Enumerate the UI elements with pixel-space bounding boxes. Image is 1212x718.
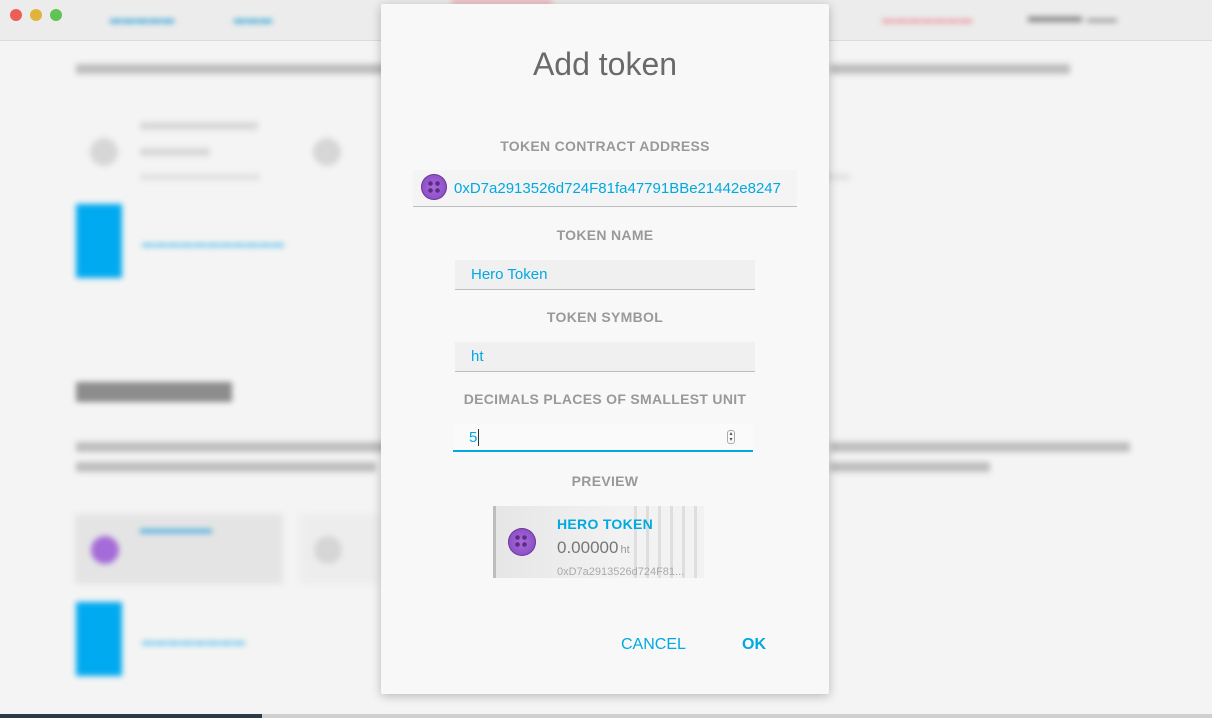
token-preview-card: HERO TOKEN 0.00000 ht 0xD7a2913526d724F81… xyxy=(493,506,704,578)
blurred-balance: ▬▬▬ ▬▬▬ xyxy=(1028,6,1118,26)
blurred-text-line xyxy=(830,462,990,472)
blurred-link: ▬▬▬▬▬▬▬▬ xyxy=(142,634,246,648)
blurred-nav-item: ▬▬▬▬▬▬▬ xyxy=(882,12,973,26)
preview-token-address: 0xD7a2913526d724F81... xyxy=(557,566,685,578)
contract-address-value: 0xD7a2913526d724F81fa47791BBe21442e8247 xyxy=(454,180,781,197)
blurred-text-line xyxy=(140,122,258,130)
blurred-text-line xyxy=(76,462,376,472)
preview-token-balance: 0.00000 ht xyxy=(557,538,630,558)
text-caret xyxy=(478,429,479,446)
decimals-value: 5 xyxy=(469,429,478,446)
cancel-button[interactable]: CANCEL xyxy=(621,636,686,654)
preview-label: PREVIEW xyxy=(571,473,639,489)
token-symbol-value: ht xyxy=(471,348,484,365)
contract-address-input[interactable]: 0xD7a2913526d724F81fa47791BBe21442e8247 xyxy=(413,170,797,207)
blurred-nav-item: ▬▬▬ xyxy=(234,12,273,26)
add-token-dialog: Add token TOKEN CONTRACT ADDRESS 0xD7a29… xyxy=(381,4,829,694)
blurred-text-line xyxy=(140,148,210,156)
token-name-value: Hero Token xyxy=(471,266,548,283)
blurred-watch-contract-button xyxy=(76,204,122,278)
blurred-text-line xyxy=(830,64,1070,74)
preview-token-name: HERO TOKEN xyxy=(557,516,654,532)
decimals-label: DECIMALS PLACES OF SMALLEST UNIT xyxy=(463,391,747,407)
blurred-text-line xyxy=(76,64,396,74)
zoom-window-icon[interactable] xyxy=(50,9,62,21)
number-spinner-icon[interactable]: ▴ ▾ xyxy=(727,430,735,444)
blurred-text-line xyxy=(140,174,260,180)
blurred-nav-item: ▬▬▬▬▬ xyxy=(110,12,175,26)
blurred-token-title: ▬▬▬▬▬▬ xyxy=(140,522,212,536)
dialog-title: Add token xyxy=(532,46,678,82)
minimize-window-icon[interactable] xyxy=(30,9,42,21)
preview-token-identicon-icon xyxy=(508,528,536,556)
decimals-input[interactable]: 5 ▴ ▾ xyxy=(453,424,753,452)
blurred-avatar xyxy=(314,536,342,564)
token-symbol-input[interactable]: ht xyxy=(455,342,755,372)
blurred-section-tag xyxy=(76,382,232,402)
token-identicon-icon xyxy=(421,174,447,200)
blurred-watch-token-button xyxy=(76,602,122,676)
blurred-avatar xyxy=(90,138,118,166)
token-symbol-label: TOKEN SYMBOL xyxy=(546,309,664,325)
contract-address-label: TOKEN CONTRACT ADDRESS xyxy=(500,138,710,154)
token-name-input[interactable]: Hero Token xyxy=(455,260,755,290)
blurred-text-line xyxy=(76,442,386,452)
token-name-label: TOKEN NAME xyxy=(556,227,654,243)
blurred-avatar xyxy=(313,138,341,166)
bottom-dark-strip xyxy=(0,714,262,718)
blurred-token-identicon xyxy=(91,536,119,564)
preview-token-unit: ht xyxy=(620,544,630,556)
blurred-link: ▬▬▬▬▬▬▬▬▬▬▬ xyxy=(142,236,285,250)
preview-token-amount: 0.00000 xyxy=(557,538,619,557)
blurred-text-line xyxy=(830,442,1130,452)
ok-button[interactable]: OK xyxy=(742,636,766,654)
close-window-icon[interactable] xyxy=(10,9,22,21)
